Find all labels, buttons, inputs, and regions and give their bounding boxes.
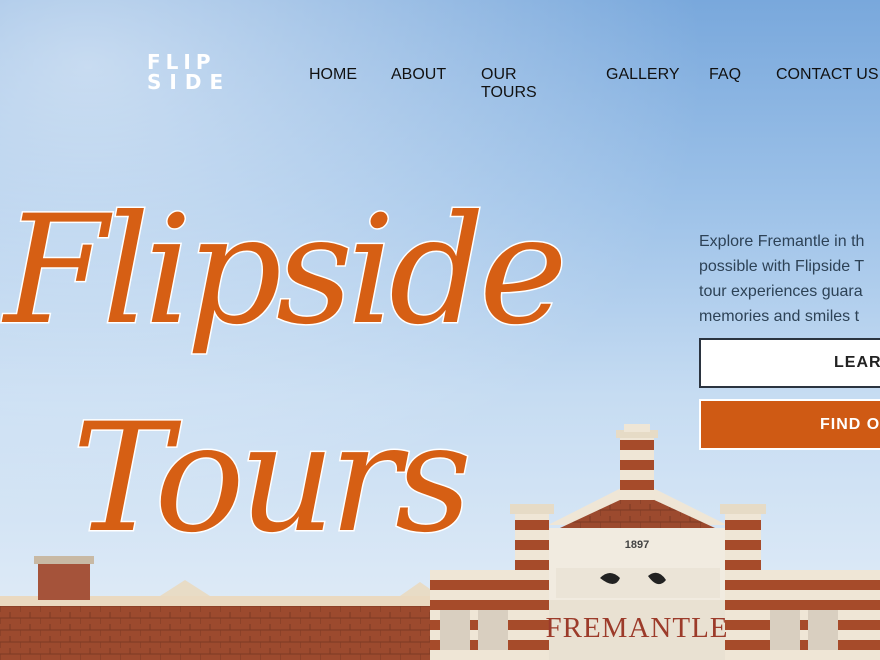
intro-line: Explore Fremantle in th	[699, 233, 865, 250]
building-year: 1897	[625, 539, 649, 551]
intro-line: tour experiences guara	[699, 283, 863, 300]
headline-line-2: Tours	[72, 392, 467, 566]
headline-line-1: Flipside	[1, 184, 562, 358]
find-out-button[interactable]: FIND O	[699, 399, 880, 450]
intro-line: possible with Flipside T	[699, 258, 865, 275]
building-sign: FREMANTLE	[546, 612, 729, 644]
hero-intro: Explore Fremantle in th possible with Fl…	[699, 229, 880, 329]
intro-line: memories and smiles t	[699, 308, 860, 325]
nav-faq[interactable]: FAQ	[709, 66, 741, 84]
learn-more-button[interactable]: LEARN	[699, 338, 880, 388]
hero-headline: Flipside Tours	[0, 0, 570, 600]
nav-gallery[interactable]: GALLERY	[606, 66, 680, 84]
nav-contact-us[interactable]: CONTACT US	[776, 66, 879, 84]
